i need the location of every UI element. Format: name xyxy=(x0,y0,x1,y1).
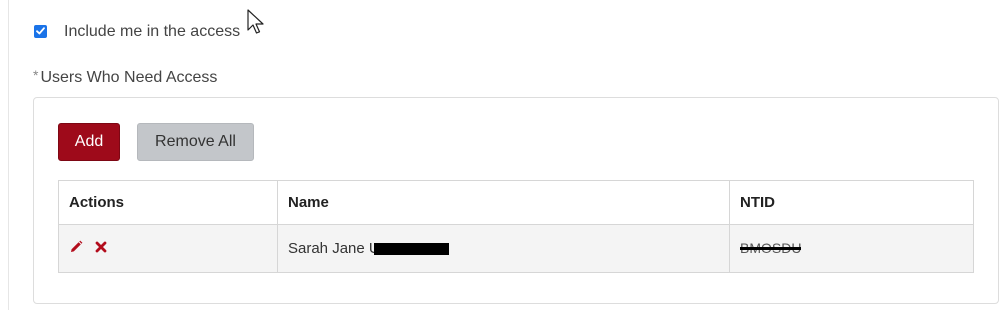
user-name: Sarah Jane U xyxy=(288,240,380,257)
required-mark: * xyxy=(33,67,39,83)
edit-icon[interactable] xyxy=(69,240,83,258)
include-me-label[interactable]: Include me in the access xyxy=(64,23,240,41)
checkmark-icon xyxy=(36,27,45,35)
remove-all-button[interactable]: Remove All xyxy=(137,123,254,161)
ntid-value: BMOSDU xyxy=(740,240,802,256)
name-cell: Sarah Jane U xyxy=(277,224,730,273)
redaction-bar xyxy=(373,243,449,256)
page: Include me in the access * Users Who Need… xyxy=(0,0,1003,310)
table-row: Sarah Jane U BMOSDU xyxy=(58,224,974,273)
include-me-checkbox[interactable] xyxy=(34,24,47,38)
left-divider xyxy=(8,0,9,310)
table-header-row: Actions Name NTID xyxy=(58,180,974,225)
include-me-row[interactable]: Include me in the access xyxy=(34,20,240,42)
ntid-redaction-line xyxy=(740,247,802,250)
actions-cell xyxy=(58,224,278,273)
users-section-label: * Users Who Need Access xyxy=(33,67,218,87)
header-ntid: NTID xyxy=(729,180,974,225)
delete-icon[interactable] xyxy=(95,240,107,257)
add-button[interactable]: Add xyxy=(58,123,120,161)
header-actions: Actions xyxy=(58,180,278,225)
mouse-pointer-icon xyxy=(247,9,264,34)
header-name: Name xyxy=(277,180,730,225)
users-table: Actions Name NTID Sarah Jane U BMOSDU xyxy=(58,180,974,273)
ntid-cell: BMOSDU xyxy=(729,224,974,273)
users-card: Add Remove All Actions Name NTID Sarah J… xyxy=(33,97,999,304)
users-section-title: Users Who Need Access xyxy=(40,69,218,86)
